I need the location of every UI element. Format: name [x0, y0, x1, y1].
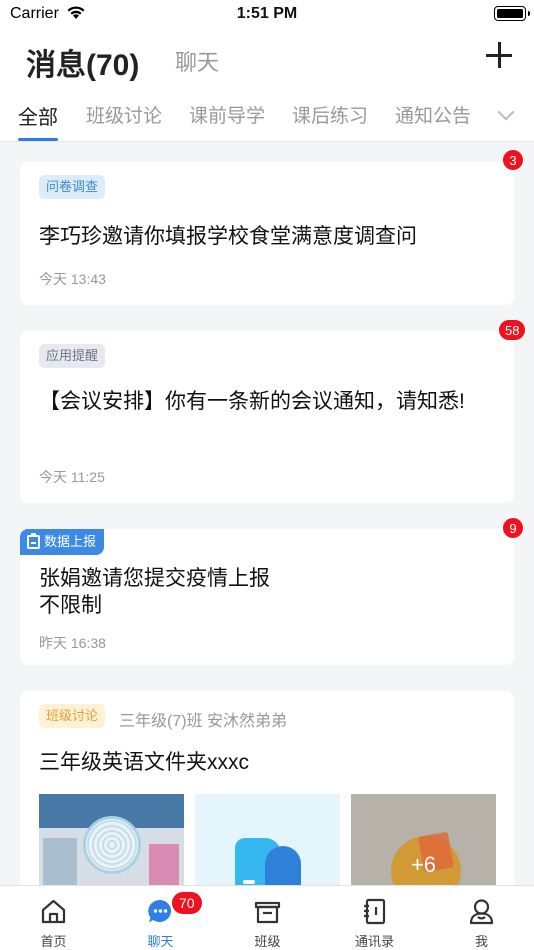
message-card[interactable]: 数据上报 张娟邀请您提交疫情上报 不限制 昨天 16:38 — [20, 529, 514, 665]
message-subtitle: 三年级(7)班 安沐然弟弟 — [119, 713, 288, 730]
battery-icon — [494, 6, 530, 21]
message-time: 今天 13:43 — [39, 271, 106, 287]
profile-icon — [469, 899, 494, 925]
clock: 1:51 PM — [236, 5, 298, 22]
message-title: 三年级英语文件夹xxxc — [39, 751, 249, 774]
class-icon — [254, 901, 281, 924]
chevron-down-icon[interactable] — [497, 103, 515, 121]
tabbar-me[interactable]: 我 — [428, 886, 534, 950]
clipboard-icon — [27, 533, 40, 549]
image-thumbnail[interactable] — [195, 794, 340, 886]
unread-badge: 58 — [498, 319, 527, 341]
unread-badge: 3 — [502, 149, 524, 171]
message-card[interactable]: 问卷调查 李巧珍邀请你填报学校食堂满意度调查问 今天 13:43 — [20, 162, 514, 305]
chat-unread-badge: 70 — [171, 891, 203, 915]
message-time: 今天 11:25 — [39, 469, 105, 485]
tabbar-contacts[interactable]: 通讯录 — [321, 886, 428, 950]
tabbar-label: 通讯录 — [354, 934, 394, 949]
category-tag: 应用提醒 — [39, 344, 106, 368]
category-tabs: 全部 班级讨论 课前导学 课后练习 通知公告 — [0, 88, 534, 142]
image-thumbnail[interactable]: +6 — [351, 794, 496, 886]
message-card[interactable]: 班级讨论 三年级(7)班 安沐然弟弟 三年级英语文件夹xxxc +6 — [20, 691, 514, 901]
tabbar-label: 首页 — [40, 934, 67, 949]
message-title: 张娟邀请您提交疫情上报 不限制 — [39, 565, 479, 619]
image-thumbnail[interactable] — [39, 794, 184, 886]
category-tag: 班级讨论 — [39, 704, 106, 728]
tab-pre-class[interactable]: 课前导学 — [189, 101, 265, 128]
message-title: 李巧珍邀请你填报学校食堂满意度调查问 — [39, 225, 417, 248]
chat-icon — [148, 899, 172, 923]
tabbar-label: 班级 — [254, 934, 281, 949]
category-tag: 问卷调查 — [39, 175, 106, 199]
tab-all[interactable]: 全部 — [18, 101, 58, 130]
message-title-line: 张娟邀请您提交疫情上报 — [39, 567, 270, 590]
tabbar-home[interactable]: 首页 — [0, 886, 107, 950]
category-tag-label: 数据上报 — [44, 534, 97, 549]
home-icon — [41, 899, 66, 924]
more-images-count: +6 — [410, 852, 437, 877]
add-icon[interactable] — [486, 42, 512, 68]
chat-tab[interactable]: 聊天 — [175, 45, 219, 77]
tabbar-class[interactable]: 班级 — [214, 886, 321, 950]
status-bar: Carrier 1:51 PM — [0, 0, 534, 28]
message-title: 【会议安排】你有一条新的会议通知，请知悉! — [39, 390, 465, 413]
bottom-tab-bar: 首页 70 聊天 班级 通讯录 我 — [0, 885, 534, 950]
page-title: 消息(70) — [26, 49, 140, 82]
tabbar-chat[interactable]: 70 聊天 — [107, 886, 214, 950]
message-card[interactable]: 应用提醒 【会议安排】你有一条新的会议通知，请知悉! 今天 11:25 — [20, 331, 514, 503]
contacts-icon — [364, 898, 386, 925]
tab-class-discussion[interactable]: 班级讨论 — [86, 101, 162, 128]
unread-badge: 9 — [502, 517, 524, 539]
active-tab-indicator — [18, 138, 58, 141]
tabbar-label: 我 — [474, 934, 488, 949]
tabbar-label: 聊天 — [147, 934, 174, 949]
message-time: 昨天 16:38 — [39, 635, 106, 651]
category-tag: 数据上报 — [20, 529, 105, 555]
header: 消息(70) 聊天 — [0, 28, 534, 88]
tab-notice[interactable]: 通知公告 — [395, 101, 471, 128]
message-title-line: 不限制 — [39, 594, 102, 617]
tab-after-class[interactable]: 课后练习 — [292, 101, 368, 128]
